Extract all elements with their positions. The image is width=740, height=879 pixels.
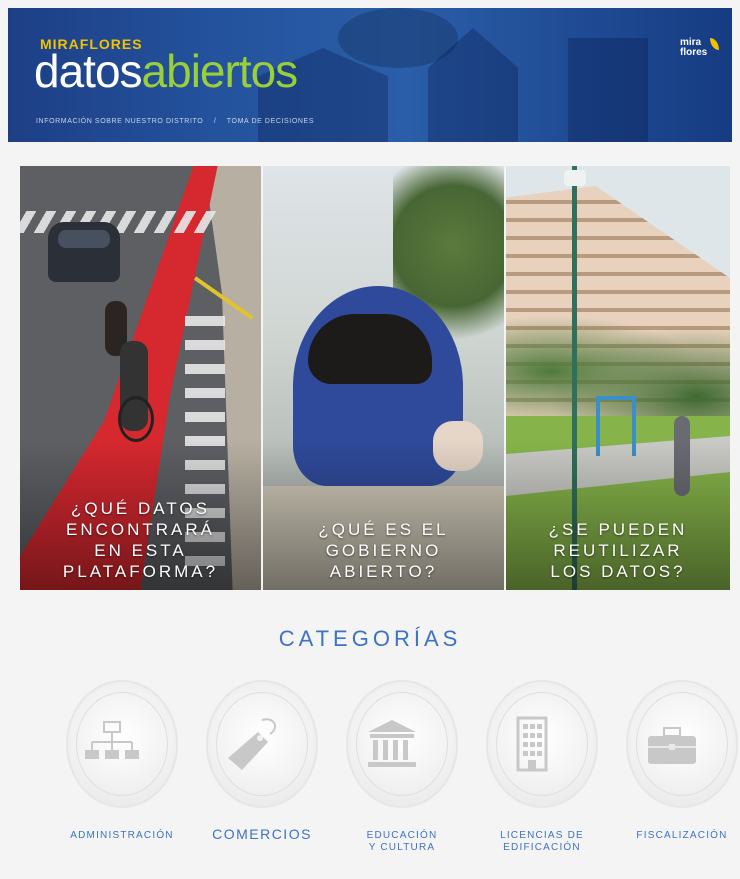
car-shape [48, 222, 120, 282]
panel-caption: ¿QUÉ ES EL GOBIERNO ABIERTO? [318, 520, 449, 581]
org-chart-icon [85, 721, 139, 759]
categories-grid: ADMINISTRACIÓN COMERCIOS EDUCACIÓN Y CUL… [40, 680, 738, 870]
categories-heading: CATEGORÍAS [278, 626, 462, 651]
museum-icon [368, 720, 416, 767]
nav-separator: / [213, 118, 217, 125]
category-label: LICENCIAS DE EDIFICACIÓN [500, 830, 584, 853]
panel-what-data[interactable]: ¿QUÉ DATOS ENCONTRARÁ EN ESTA PLATAFORMA… [20, 166, 261, 590]
panel-caption: ¿QUÉ DATOS ENCONTRARÁ EN ESTA PLATAFORMA… [62, 499, 219, 581]
briefcase-icon [648, 727, 696, 764]
category-fiscalizacion[interactable]: FISCALIZACIÓN [616, 680, 740, 870]
cyclist-shape [118, 341, 154, 442]
panel-caption: ¿SE PUEDEN REUTILIZAR LOS DATOS? [548, 520, 688, 581]
logo-text-flores: flores [680, 47, 708, 58]
nav-link-decisions[interactable]: TOMA DE DECISIONES [227, 118, 314, 125]
header-background-building [568, 38, 648, 142]
lamp-shape [564, 170, 586, 186]
price-tag-icon [228, 718, 277, 770]
category-label: FISCALIZACIÓN [636, 830, 728, 841]
category-educacion-cultura[interactable]: EDUCACIÓN Y CULTURA [336, 680, 466, 870]
building-icon [516, 716, 548, 772]
category-comercios[interactable]: COMERCIOS [196, 680, 326, 870]
category-administracion[interactable]: ADMINISTRACIÓN [56, 680, 186, 870]
category-licencias-edificacion[interactable]: LICENCIAS DE EDIFICACIÓN [476, 680, 606, 870]
brand-word-datos: datos [34, 45, 143, 97]
category-label: EDUCACIÓN Y CULTURA [366, 830, 438, 853]
category-label: ADMINISTRACIÓN [70, 830, 174, 841]
nav-link-district-info[interactable]: INFORMACIÓN SOBRE NUESTRO DISTRITO [36, 118, 203, 125]
category-label: COMERCIOS [212, 826, 312, 842]
feature-panels: ¿QUÉ DATOS ENCONTRARÁ EN ESTA PLATAFORMA… [20, 166, 730, 590]
miraflores-logo[interactable]: mira flores [680, 38, 720, 78]
brand-word-abiertos: abiertos [141, 45, 299, 97]
hair-shape [308, 314, 432, 384]
panel-open-government[interactable]: ¿QUÉ ES EL GOBIERNO ABIERTO? [263, 166, 504, 590]
header-nav: INFORMACIÓN SOBRE NUESTRO DISTRITO / TOM… [36, 118, 322, 125]
panel-reuse-data[interactable]: ¿SE PUEDEN REUTILIZAR LOS DATOS? [506, 166, 730, 590]
site-logo-wordmark[interactable]: datosabiertos [34, 45, 299, 97]
site-header-banner: MIRAFLORES datosabiertos INFORMACIÓN SOB… [8, 8, 732, 142]
